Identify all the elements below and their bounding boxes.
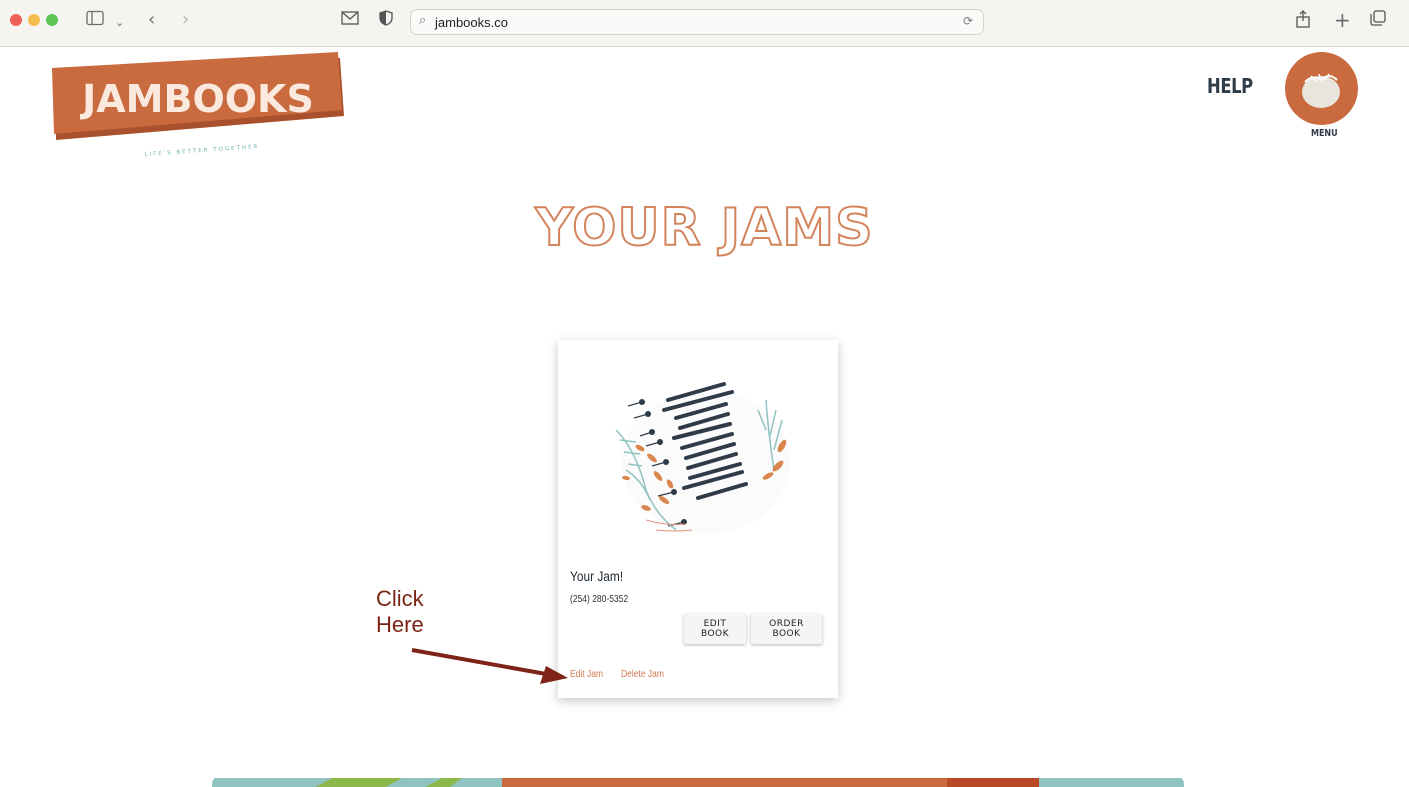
jam-title: Your Jam! <box>570 568 624 584</box>
close-window-button[interactable] <box>10 14 22 26</box>
menu-label: MENU <box>1311 128 1338 139</box>
back-icon[interactable]: ‹ <box>148 10 155 30</box>
jambooks-logo[interactable]: JAMBOOKS LIFE'S BETTER TOGETHER <box>52 52 344 158</box>
logo-text: JAMBOOKS <box>79 77 314 121</box>
new-tab-icon[interactable]: + <box>1334 10 1351 30</box>
chevron-down-icon[interactable]: ⌄ <box>115 13 124 33</box>
translate-reload-icon[interactable]: ⟳ <box>963 14 973 28</box>
zoom-window-button[interactable] <box>46 14 58 26</box>
mail-icon[interactable] <box>341 10 359 30</box>
browser-toolbar: ⌄ ‹ › ⌕ jambooks.co ⟳ + <box>0 0 1409 47</box>
jam-card: Your Jam! (254) 280-5352 EDIT BOOK ORDER… <box>558 340 838 698</box>
jam-book-illustration <box>615 382 790 534</box>
logo-tagline: LIFE'S BETTER TOGETHER <box>144 144 259 158</box>
privacy-shield-icon[interactable] <box>379 10 393 31</box>
annotation-line-1: Click <box>376 586 424 611</box>
forward-icon[interactable]: › <box>182 10 189 30</box>
jam-apple-icon <box>1302 73 1340 108</box>
tab-overview-icon[interactable] <box>1370 10 1386 31</box>
delete-jam-link[interactable]: Delete Jam <box>621 669 664 680</box>
footer-banner <box>212 776 1184 787</box>
annotation-line-2: Here <box>376 612 424 637</box>
sidebar-icon[interactable] <box>86 10 104 31</box>
edit-jam-link[interactable]: Edit Jam <box>570 669 603 680</box>
url-text: jambooks.co <box>435 15 508 30</box>
address-bar[interactable]: ⌕ jambooks.co ⟳ <box>410 9 984 35</box>
share-icon[interactable] <box>1296 10 1310 33</box>
minimize-window-button[interactable] <box>28 14 40 26</box>
jam-phone-number: (254) 280-5352 <box>570 594 629 605</box>
search-icon: ⌕ <box>419 13 427 28</box>
order-book-button[interactable]: ORDER BOOK <box>751 614 822 644</box>
click-here-annotation: Click Here <box>376 586 424 638</box>
page-title: YOUR JAMS <box>534 197 874 259</box>
menu-button[interactable] <box>1285 52 1358 125</box>
edit-book-button[interactable]: EDIT BOOK <box>684 614 746 644</box>
help-link[interactable]: HELP <box>1207 74 1253 98</box>
annotation-arrow-icon <box>411 648 568 684</box>
